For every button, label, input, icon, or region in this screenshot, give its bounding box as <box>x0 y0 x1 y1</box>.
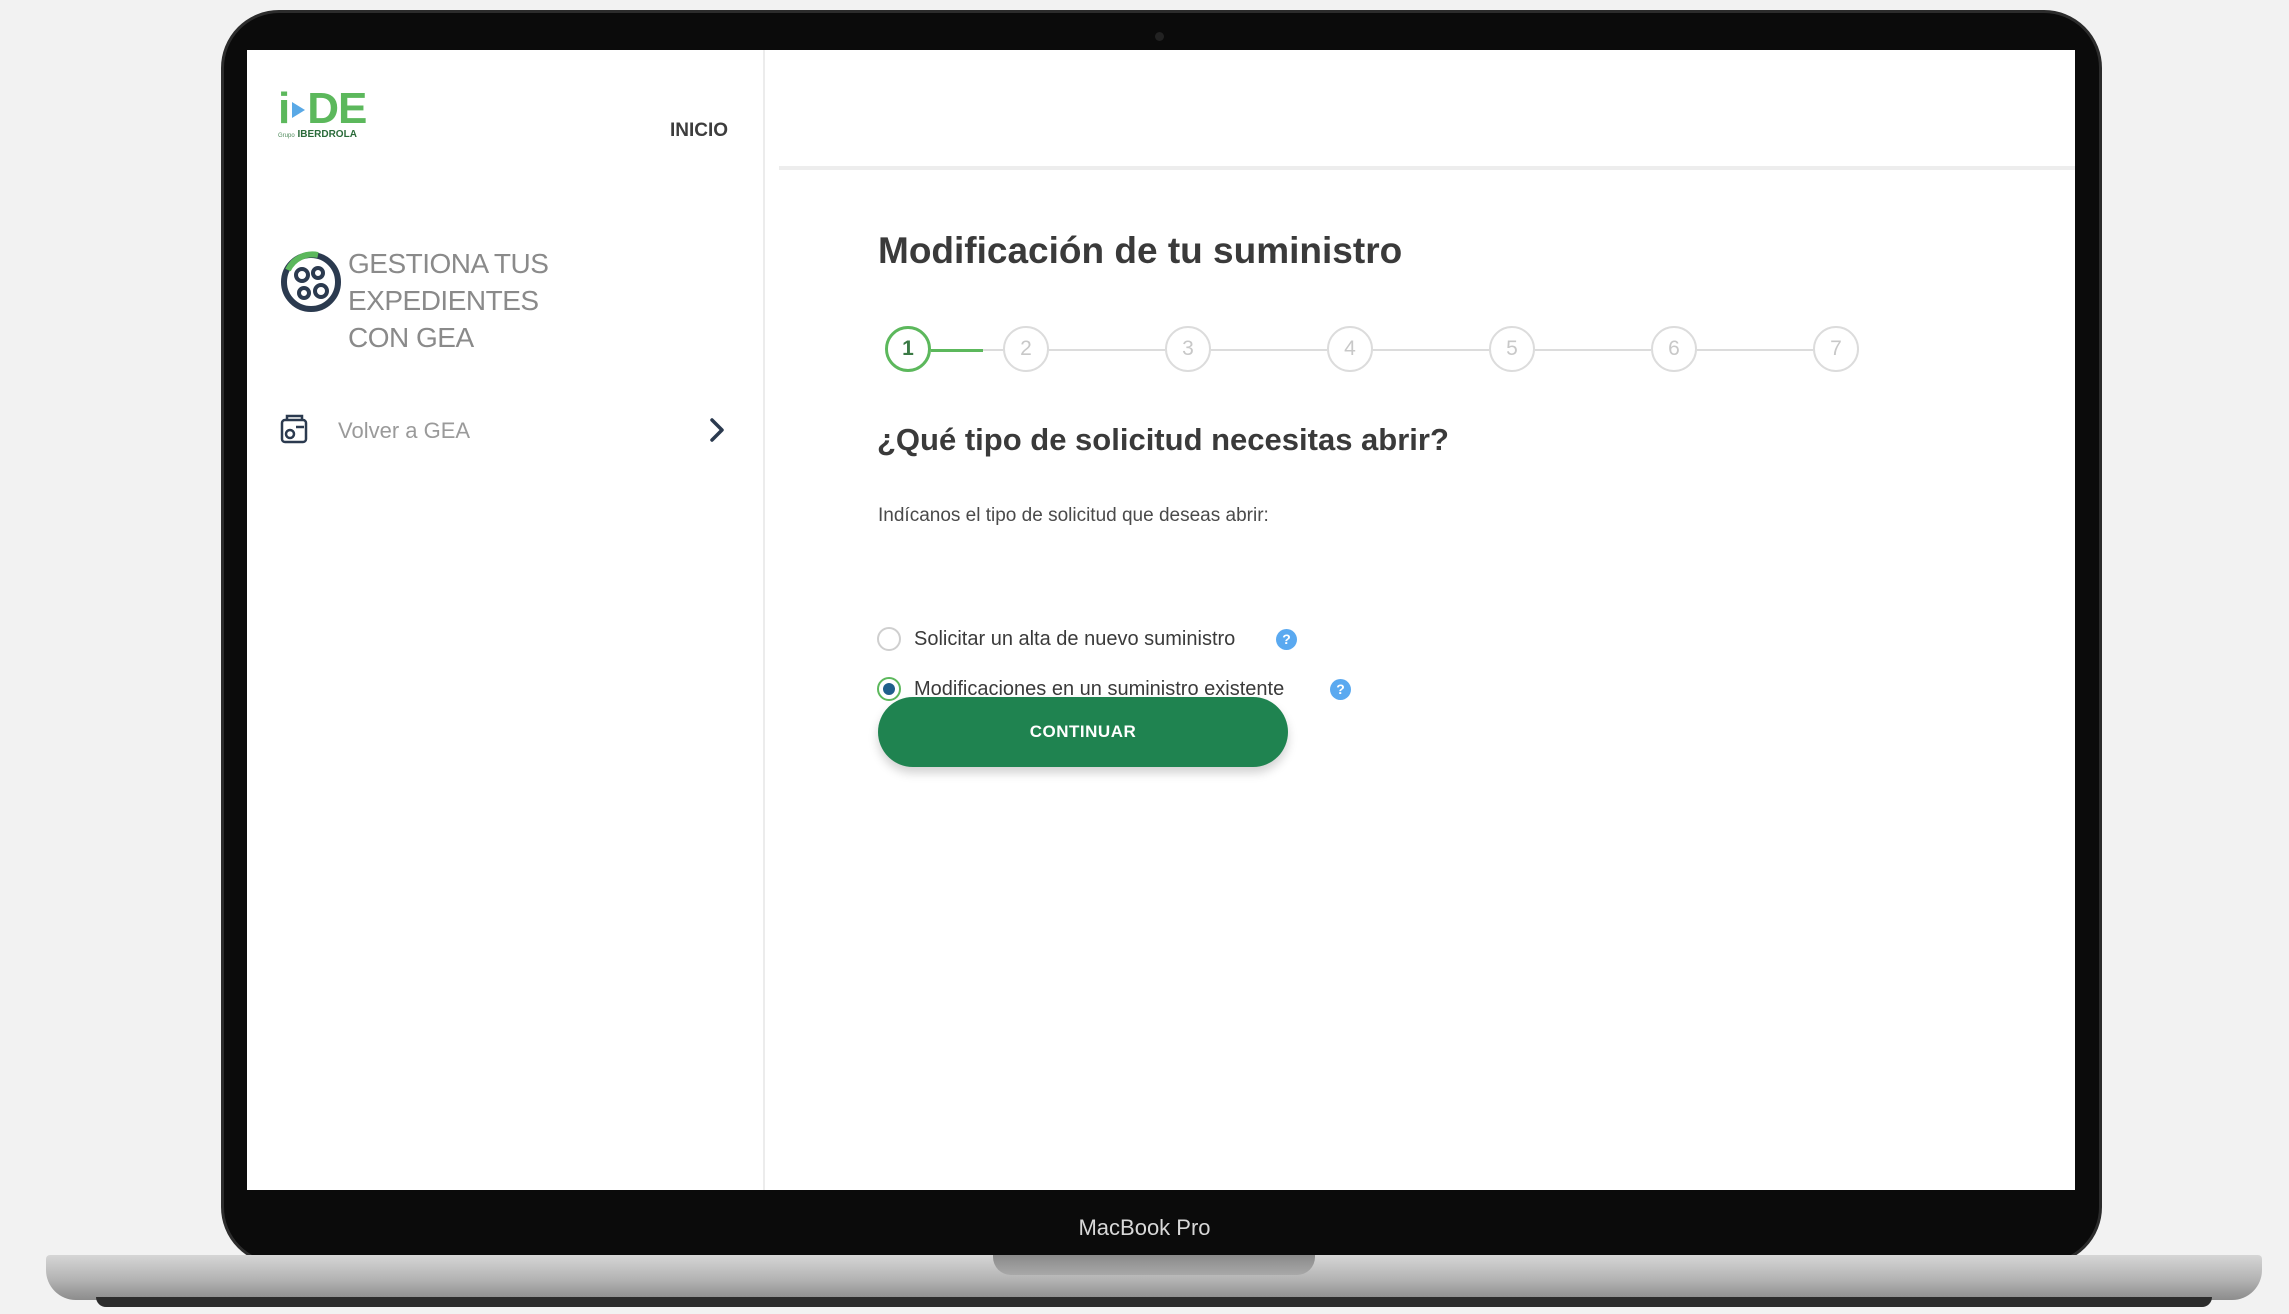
home-link[interactable]: INICIO <box>670 120 728 142</box>
page-title: Modificación de tu suministro <box>878 230 1403 271</box>
back-to-gea-link[interactable]: Volver a GEA <box>278 410 728 454</box>
help-icon[interactable]: ? <box>1330 679 1351 700</box>
back-to-gea-label: Volver a GEA <box>338 418 471 443</box>
laptop-base-bottom <box>96 1297 2212 1307</box>
stepper-line <box>983 349 1003 351</box>
step-2: 2 <box>1003 326 1049 372</box>
radio-modify-supply[interactable] <box>877 677 901 701</box>
logo-tagline: Grupo IBERDROLA <box>278 129 388 140</box>
step-1: 1 <box>885 326 931 372</box>
stepper-progress-line <box>931 349 983 352</box>
logo-tagline-brand: IBERDROLA <box>297 129 357 140</box>
stepper-line <box>1535 349 1651 351</box>
logo-tagline-prefix: Grupo <box>278 133 295 139</box>
logo[interactable]: i DE Grupo IBERDROLA <box>278 86 388 156</box>
request-type-question: ¿Qué tipo de solicitud necesitas abrir? <box>877 422 1449 457</box>
chevron-right-icon <box>710 418 724 442</box>
step-7: 7 <box>1813 326 1859 372</box>
step-6: 6 <box>1651 326 1697 372</box>
top-bar <box>779 50 2075 170</box>
gea-section-header: GESTIONA TUS EXPEDIENTES CON GEA <box>278 245 738 353</box>
request-type-helper: Indícanos el tipo de solicitud que desea… <box>878 505 1269 526</box>
logo-triangle-icon <box>292 102 306 118</box>
continue-button[interactable]: CONTINUAR <box>878 697 1288 767</box>
folder-return-icon <box>280 414 308 444</box>
laptop-notch <box>993 1255 1315 1275</box>
option-new-supply-label: Solicitar un alta de nuevo suministro <box>914 628 1236 650</box>
sidebar: i DE Grupo IBERDROLA INICIO GESTIONA TUS … <box>247 50 765 1190</box>
help-icon[interactable]: ? <box>1276 629 1297 650</box>
gea-logo-icon <box>281 251 341 312</box>
screen: i DE Grupo IBERDROLA INICIO GESTIONA TUS … <box>247 50 2075 1190</box>
camera-icon <box>1155 32 1164 41</box>
step-5: 5 <box>1489 326 1535 372</box>
stepper-line <box>1697 349 1813 351</box>
gea-section-title: GESTIONA TUS EXPEDIENTES CON GEA <box>348 245 738 356</box>
stepper-line <box>1211 349 1327 351</box>
radio-new-supply[interactable] <box>877 627 901 651</box>
step-4: 4 <box>1327 326 1373 372</box>
gea-title-line1: GESTIONA TUS EXPEDIENTES <box>348 248 549 316</box>
step-3: 3 <box>1165 326 1211 372</box>
progress-stepper: 1 2 3 4 5 6 7 <box>885 326 1937 374</box>
option-new-supply[interactable]: Solicitar un alta de nuevo suministro ? <box>877 625 1297 655</box>
logo-wordmark: i DE <box>278 86 388 132</box>
logo-brand-i: i <box>278 84 290 133</box>
stepper-line <box>1049 349 1165 351</box>
device-model-label: MacBook Pro <box>1078 1215 1211 1240</box>
logo-brand-de: DE <box>307 84 367 133</box>
gea-title-line2: CON GEA <box>348 322 474 353</box>
stepper-line <box>1373 349 1489 351</box>
